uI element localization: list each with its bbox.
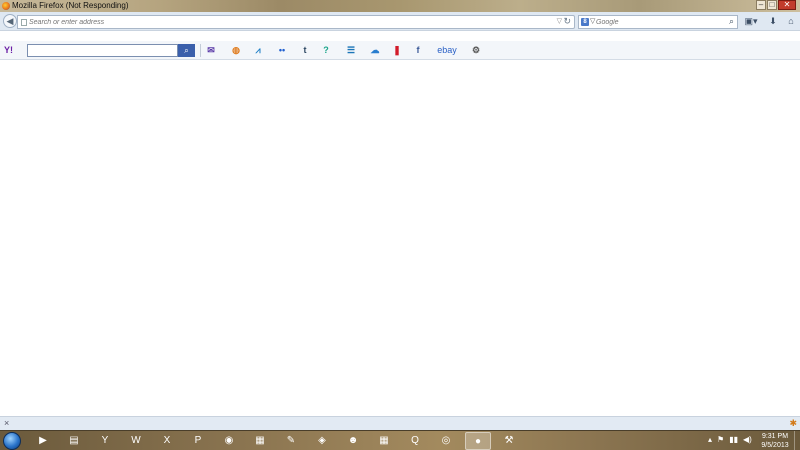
show-hidden-icons-icon[interactable]: ▴ [708,435,712,447]
window-controls: – □ ✕ [755,0,796,12]
news-icon[interactable]: ☰ [344,44,358,57]
engine-dropdown-icon[interactable]: ▽ [590,17,595,25]
url-bar[interactable]: ▽ ↻ [17,15,575,29]
reload-icon[interactable]: ↻ [563,16,571,27]
flickr-icon[interactable]: •• [275,44,289,57]
media-center-icon[interactable]: ▶ [30,432,56,450]
clock-time: 9:31 PM [761,433,789,440]
hunger-games-icon[interactable]: ◈ [309,432,335,450]
quicktime-icon[interactable]: Q [402,432,428,450]
window-title-bar[interactable]: Mozilla Firefox (Not Responding) – □ ✕ [0,0,800,12]
sports-icon[interactable]: ◍ [229,44,243,57]
search-icon[interactable]: ⌕ [729,16,734,27]
yahoo-messenger-icon[interactable]: Y [92,432,118,450]
windows-taskbar: ▶ ▤ Y W X P ◉ ▦ ✎ ◈ ☻ ▦ Q ◎ ● ⚒ ▴ ⚑ ▮▮ ◀) 9:31 PM 9/5/2… [0,430,800,450]
excel-icon[interactable]: X [154,432,180,450]
pen-app-icon[interactable]: ✎ [278,432,304,450]
archive-icon[interactable]: ▦ [247,432,273,450]
system-tray: ▴ ⚑ ▮▮ ◀) [708,435,752,447]
mail-icon[interactable]: ✉ [204,44,218,57]
network-status-icon[interactable]: ▮▮ [729,435,738,447]
toolbar-separator [200,44,201,57]
page-content-area[interactable] [0,61,800,416]
action-center-flag-icon[interactable]: ⚑ [717,435,724,447]
yahoo-search-button[interactable]: ⌕ [178,44,195,57]
close-button[interactable]: ✕ [778,0,796,10]
answers-icon[interactable]: ? [319,44,333,57]
url-input[interactable] [29,16,549,28]
yahoo-search-input[interactable] [28,45,177,56]
firefox-app-icon [2,2,10,10]
tumblr-icon[interactable]: t [298,44,312,57]
settings-gear-icon[interactable]: ⚙ [469,44,483,57]
show-desktop-button[interactable] [794,431,800,450]
close-addon-bar-icon[interactable]: × [4,418,9,428]
weather-icon[interactable]: ☁ [368,44,382,57]
search-bar[interactable]: 8 ▽ ⌕ [578,15,738,29]
mr-mrs-icon[interactable]: ☻ [340,432,366,450]
archive2-icon[interactable]: ▦ [371,432,397,450]
yahoo-search-field[interactable] [27,44,178,57]
search-engine-icon[interactable]: 8 [581,18,589,26]
chrome-like-icon[interactable]: ◎ [433,432,459,450]
explorer-folder-icon[interactable]: ▤ [61,432,87,450]
back-button[interactable]: ◀ [3,14,17,28]
window-title: Mozilla Firefox (Not Responding) [12,1,129,10]
clock-date: 9/5/2013 [761,442,789,449]
addon-icon[interactable]: ✱ [789,418,797,429]
facebook-icon[interactable]: f [411,44,425,57]
addon-bar: × ✱ [0,416,800,430]
volume-icon[interactable]: ◀) [743,435,752,447]
word-icon[interactable]: W [123,432,149,450]
network-icon[interactable]: ◉ [216,432,242,450]
start-button[interactable] [3,432,21,450]
tools-icon[interactable]: ⚒ [496,432,522,450]
yahoo-logo[interactable]: Y! [4,44,20,56]
downloads-icon[interactable]: ⬇ [766,15,780,28]
system-clock[interactable]: 9:31 PM 9/5/2013 [760,432,790,450]
powerpoint-icon[interactable]: P [185,432,211,450]
home-icon[interactable]: ⌂ [784,15,798,28]
finance-icon[interactable]: ⩘ [251,44,265,57]
yahoo-toolbar: Y! ⌕ ✉ ◍ ⩘ •• t? ☰ ☁ ❚ f ebay ⚙ [0,41,800,60]
maximize-button[interactable]: □ [767,0,777,10]
minimize-button[interactable]: – [756,0,766,10]
navigation-toolbar: ◀ ▽ ↻ 8 ▽ ⌕ ▣▾ ⬇ ⌂ [0,12,800,31]
page-icon [21,19,27,26]
bookmarks-menu-icon[interactable]: ▣▾ [744,15,758,28]
search-input[interactable] [596,16,721,28]
firefox-icon[interactable]: ● [465,432,491,450]
ebay-icon[interactable]: ebay [436,44,458,57]
bookmark-icon[interactable]: ❚ [390,44,404,57]
url-history-dropdown-icon[interactable]: ▽ [557,17,562,25]
